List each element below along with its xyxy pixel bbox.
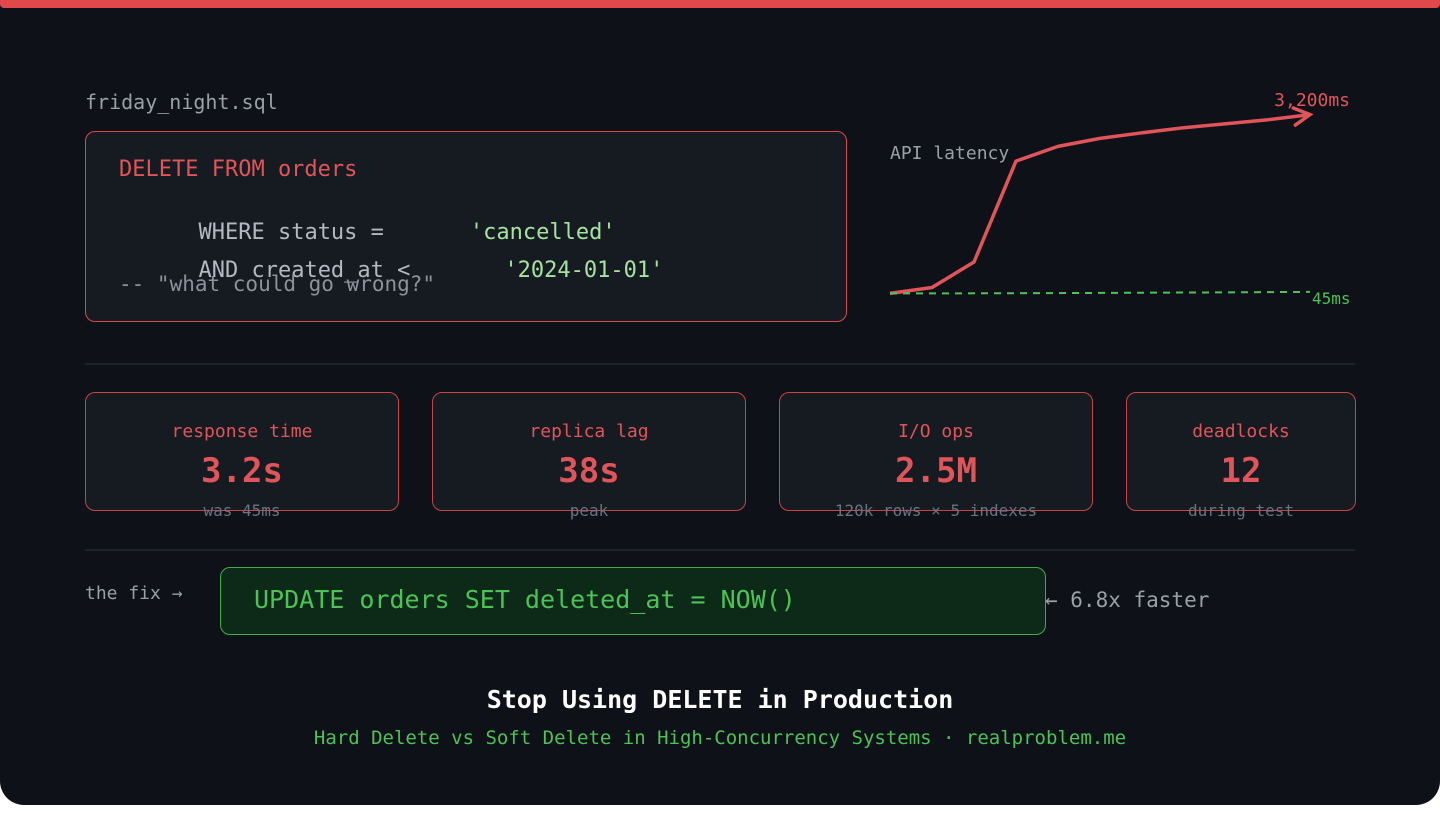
stat-note: 120k rows × 5 indexes [834,501,1038,520]
stat-note: peak [569,501,609,520]
sql-filename: friday_night.sql [85,90,278,114]
stat-label: replica lag [529,421,649,442]
stat-value: 12 [1220,451,1262,491]
section-divider-top [85,363,1355,365]
fix-code: UPDATE orders SET deleted_at = NOW() [254,585,796,614]
stat-label: deadlocks [1192,421,1290,442]
series-line-0 [889,112,1311,296]
stat-label: response time [171,421,313,442]
stat-label: I/O ops [898,421,974,442]
sql-code-block: DELETE FROM orders WHERE status ='cancel… [85,131,847,322]
stat-card-response-time: response time 3.2s was 45ms [85,392,399,520]
series-end-label-1: 45ms [1312,289,1350,308]
series-end-label-0: 3,200ms [1274,90,1350,111]
stat-value: 3.2s [201,451,283,491]
code-line-delete: DELETE FROM orders [119,157,358,182]
fix-code-block: UPDATE orders SET deleted_at = NOW() [220,567,1046,635]
stat-value: 2.5M [895,451,977,491]
code-line-and: AND created_at < '2024-01-01' [119,233,663,308]
page-title: Stop Using DELETE in Production [486,685,954,714]
code-line-comment: -- "what could go wrong?" [119,272,436,296]
stat-card-deadlocks: deadlocks 12 during test [1126,392,1356,520]
page-subtitle: Hard Delete vs Soft Delete in High-Concu… [313,727,1127,749]
chart-title: API latency [890,143,1009,164]
fix-label: the fix → [85,583,183,604]
code-and-value: '2024-01-01' [504,258,664,283]
top-accent-bar [0,0,1440,8]
stat-note: during test [1188,501,1294,520]
stat-value: 38s [558,451,620,491]
slide-card: friday_night.sql DELETE FROM orders WHER… [0,0,1440,805]
stat-card-replica-lag: replica lag 38s peak [432,392,746,520]
fix-speedup-note: ← 6.8x faster [1045,588,1210,612]
series-line-1 [890,290,1311,295]
stat-note: was 45ms [203,501,281,520]
stat-card-io-ops: I/O ops 2.5M 120k rows × 5 indexes [779,392,1093,520]
latency-chart: API latency 3,200ms 45ms [889,90,1350,308]
section-divider-bottom [85,549,1355,551]
